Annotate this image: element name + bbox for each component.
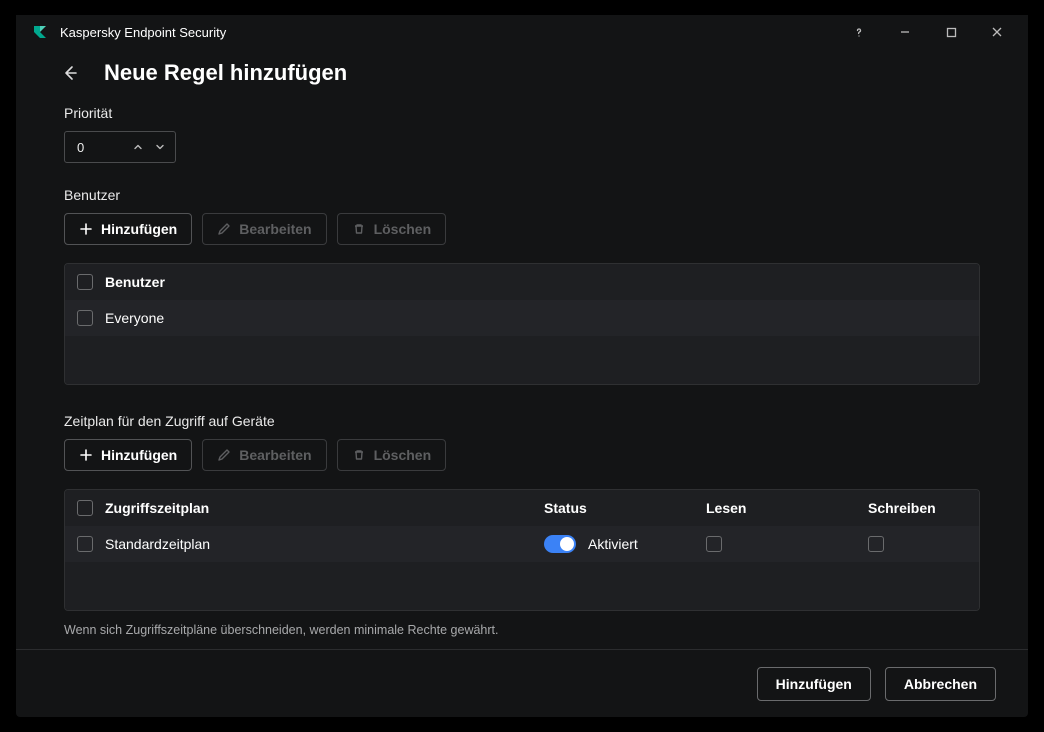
- back-button[interactable]: [56, 59, 84, 87]
- schedule-select-all-checkbox[interactable]: [77, 500, 93, 516]
- schedule-col-write: Schreiben: [868, 500, 936, 516]
- users-delete-label: Löschen: [374, 221, 432, 237]
- users-add-label: Hinzufügen: [101, 221, 177, 237]
- help-button[interactable]: [836, 17, 882, 47]
- schedule-col-read: Lesen: [706, 500, 746, 516]
- priority-up-icon[interactable]: [129, 135, 147, 159]
- write-checkbox[interactable]: [868, 536, 884, 552]
- table-row[interactable]: Everyone: [65, 300, 979, 336]
- priority-spinner[interactable]: 0: [64, 131, 176, 163]
- pencil-icon: [217, 448, 231, 462]
- schedule-col-status: Status: [544, 500, 587, 516]
- schedule-edit-label: Bearbeiten: [239, 447, 311, 463]
- users-edit-button: Bearbeiten: [202, 213, 326, 245]
- user-row-name: Everyone: [105, 310, 164, 326]
- schedule-delete-label: Löschen: [374, 447, 432, 463]
- priority-down-icon[interactable]: [151, 135, 169, 159]
- app-title: Kaspersky Endpoint Security: [60, 25, 836, 40]
- minimize-button[interactable]: [882, 17, 928, 47]
- status-toggle[interactable]: [544, 535, 576, 553]
- close-button[interactable]: [974, 17, 1020, 47]
- schedule-row-plan: Standardzeitplan: [105, 536, 210, 552]
- maximize-button[interactable]: [928, 17, 974, 47]
- schedule-row-checkbox[interactable]: [77, 536, 93, 552]
- overlap-note: Wenn sich Zugriffszeitpläne überschneide…: [64, 623, 980, 637]
- schedule-row-status: Aktiviert: [588, 536, 638, 552]
- schedule-delete-button: Löschen: [337, 439, 447, 471]
- priority-label: Priorität: [64, 105, 980, 121]
- trash-icon: [352, 448, 366, 462]
- users-label: Benutzer: [64, 187, 980, 203]
- schedule-label: Zeitplan für den Zugriff auf Geräte: [64, 413, 980, 429]
- schedule-empty-row: [65, 562, 979, 610]
- users-select-all-checkbox[interactable]: [77, 274, 93, 290]
- footer-add-button[interactable]: Hinzufügen: [757, 667, 871, 701]
- users-table: Benutzer Everyone: [64, 263, 980, 385]
- plus-icon: [79, 222, 93, 236]
- users-add-button[interactable]: Hinzufügen: [64, 213, 192, 245]
- read-checkbox[interactable]: [706, 536, 722, 552]
- priority-value: 0: [77, 140, 129, 155]
- plus-icon: [79, 448, 93, 462]
- page-title: Neue Regel hinzufügen: [104, 60, 347, 86]
- users-edit-label: Bearbeiten: [239, 221, 311, 237]
- users-table-header: Benutzer: [65, 264, 979, 300]
- schedule-col-plan: Zugriffszeitplan: [105, 500, 209, 516]
- schedule-edit-button: Bearbeiten: [202, 439, 326, 471]
- user-row-checkbox[interactable]: [77, 310, 93, 326]
- footer-cancel-button[interactable]: Abbrechen: [885, 667, 996, 701]
- schedule-add-label: Hinzufügen: [101, 447, 177, 463]
- schedule-add-button[interactable]: Hinzufügen: [64, 439, 192, 471]
- users-col-name: Benutzer: [105, 274, 165, 290]
- schedule-table: Zugriffszeitplan Status Lesen Schreiben …: [64, 489, 980, 611]
- pencil-icon: [217, 222, 231, 236]
- users-delete-button: Löschen: [337, 213, 447, 245]
- trash-icon: [352, 222, 366, 236]
- titlebar: Kaspersky Endpoint Security: [16, 15, 1028, 49]
- schedule-table-header: Zugriffszeitplan Status Lesen Schreiben: [65, 490, 979, 526]
- dialog-footer: Hinzufügen Abbrechen: [16, 649, 1028, 717]
- app-logo-icon: [32, 24, 48, 40]
- table-row[interactable]: Standardzeitplan Aktiviert: [65, 526, 979, 562]
- users-empty-row: [65, 336, 979, 384]
